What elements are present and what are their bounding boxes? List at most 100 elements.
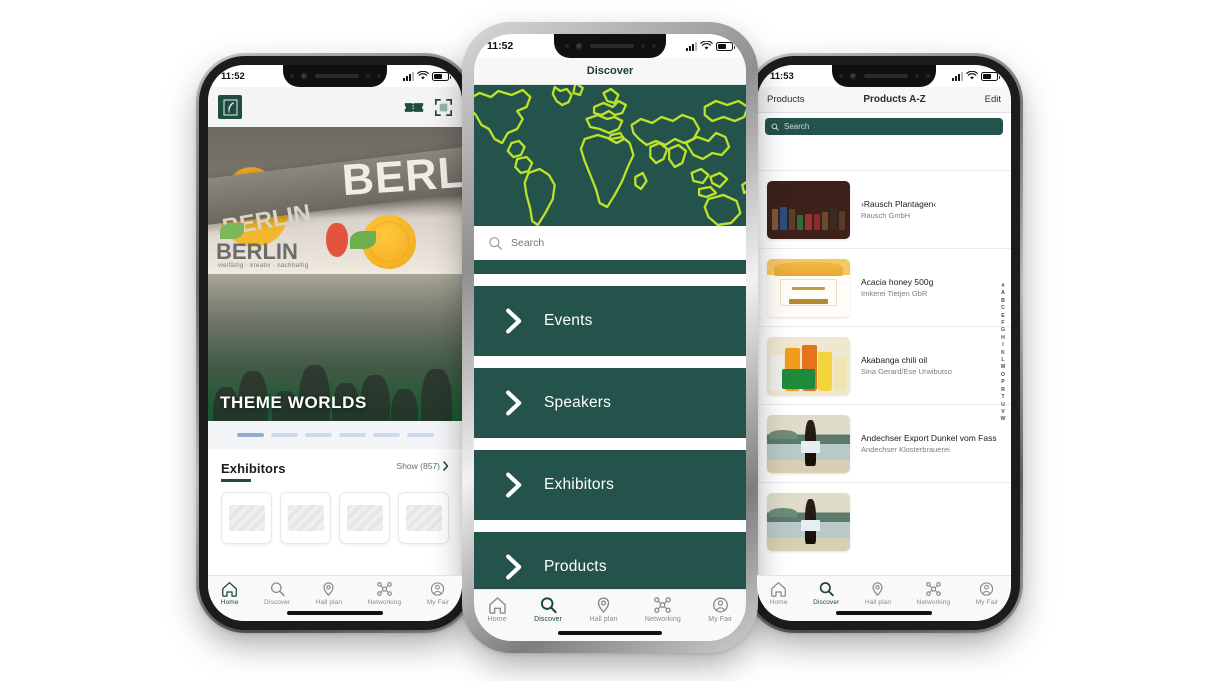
product-row[interactable]: Akabanga chili oil Sina Gerard/Ese Urwib… (757, 327, 1011, 405)
fair-logo[interactable] (218, 95, 242, 119)
tab-my-fair[interactable]: My Fair (708, 596, 732, 623)
az-index-letter[interactable]: A (1001, 290, 1005, 297)
az-index-letter[interactable]: U (1001, 402, 1005, 409)
wifi-icon (417, 71, 429, 80)
product-company: Sina Gerard/Ese Urwibutso (861, 367, 952, 377)
tab-discover[interactable]: Discover (534, 596, 562, 623)
product-row[interactable]: ›Rausch Plantagen‹ Rausch GmbH (757, 171, 1011, 249)
phone-discover-screen: 11:52 Discover Search Events Speakers Ex… (474, 34, 746, 641)
product-row[interactable] (757, 483, 1011, 561)
discover-menu-item-speakers[interactable]: Speakers (474, 368, 746, 438)
beet-illustration-icon (326, 223, 348, 257)
carousel-dot-active[interactable] (236, 433, 264, 437)
show-all-label: Show (857) (396, 461, 440, 471)
exhibitor-card[interactable] (339, 491, 390, 544)
search-placeholder: Search (784, 122, 810, 131)
az-index-letter[interactable]: G (1001, 327, 1005, 334)
discover-navbar: Discover (474, 58, 746, 85)
az-index-letter[interactable]: C (1001, 305, 1005, 312)
status-indicators (686, 41, 735, 51)
tab-home[interactable]: Home (221, 581, 239, 606)
product-thumbnail (767, 180, 850, 239)
hero-banner-text-small-2: BERLIN (216, 239, 298, 264)
tab-my-fair[interactable]: My Fair (427, 581, 449, 606)
az-index-letter[interactable]: B (1001, 298, 1005, 305)
cellular-signal-icon (686, 42, 697, 51)
white-divider (474, 356, 746, 368)
sensor-dot-icon (925, 74, 930, 78)
az-index-letter[interactable]: V (1001, 409, 1004, 416)
product-thumbnail (767, 414, 850, 473)
chevron-right-icon (506, 554, 522, 580)
tab-networking[interactable]: Networking (917, 581, 951, 606)
az-index-scrubber[interactable]: # A B C E F G H I K L M O P R T U V W (998, 283, 1008, 424)
chevron-right-icon (506, 472, 522, 498)
section-title: Exhibitors (221, 461, 286, 476)
mockup-stage: 11:52 BERL BERLIN BERLIN vielfältig · kr… (0, 0, 1210, 681)
exhibitor-card[interactable] (280, 491, 331, 544)
az-index-letter[interactable]: # (1002, 283, 1005, 290)
tab-networking[interactable]: Networking (368, 581, 402, 606)
product-row[interactable]: Acacia honey 500g Imkerei Tietjen GbR (757, 249, 1011, 327)
white-divider (474, 520, 746, 532)
az-index-letter[interactable]: P (1001, 379, 1004, 386)
leaf-illustration-icon (350, 231, 376, 249)
carousel-dot[interactable] (304, 433, 332, 437)
az-index-letter[interactable]: M (1001, 364, 1005, 371)
show-all-exhibitors-link[interactable]: Show (857) (397, 461, 449, 471)
tab-label: Home (487, 616, 507, 623)
tab-discover[interactable]: Discover (264, 581, 290, 606)
back-link[interactable]: Products (767, 94, 805, 105)
search-icon (489, 236, 502, 250)
exhibitor-card[interactable] (398, 491, 449, 544)
status-indicators (403, 71, 451, 81)
tab-networking[interactable]: Networking (645, 596, 681, 623)
search-input[interactable] (511, 237, 732, 249)
az-index-letter[interactable]: E (1001, 313, 1004, 320)
az-index-letter[interactable]: K (1001, 350, 1005, 357)
carousel-dot[interactable] (338, 433, 366, 437)
world-map-banner[interactable] (474, 85, 746, 226)
exhibitor-card-row[interactable] (208, 482, 462, 544)
carousel-dot[interactable] (270, 433, 298, 437)
page-title: Discover (586, 65, 634, 77)
az-index-letter[interactable]: H (1001, 335, 1005, 342)
tab-home[interactable]: Home (488, 596, 507, 623)
chili-label-art (781, 368, 816, 389)
discover-menu-item-exhibitors[interactable]: Exhibitors (474, 450, 746, 520)
tab-hall-plan[interactable]: Hall plan (865, 581, 891, 606)
home-icon (222, 582, 238, 597)
discover-menu-item-events[interactable]: Events (474, 286, 746, 356)
az-index-letter[interactable]: T (1001, 394, 1004, 401)
az-index-letter[interactable]: L (1001, 357, 1004, 364)
carousel-dot[interactable] (406, 433, 434, 437)
tab-discover[interactable]: Discover (813, 581, 839, 606)
az-index-letter[interactable]: F (1001, 320, 1004, 327)
phone-discover-mockup: 11:52 Discover Search Events Speakers Ex… (462, 22, 758, 653)
az-index-letter[interactable]: O (1001, 372, 1005, 379)
az-index-letter[interactable]: W (1001, 416, 1006, 423)
product-row[interactable]: Andechser Export Dunkel vom Fass Andechs… (757, 405, 1011, 483)
carousel-dots[interactable] (208, 421, 462, 449)
chili-bottle-art (818, 351, 832, 392)
qr-scan-icon[interactable] (435, 98, 452, 116)
hero-carousel[interactable]: BERL BERLIN BERLIN vielfältig · kreativ … (208, 127, 462, 449)
tab-hall-plan[interactable]: Hall plan (316, 581, 342, 606)
exhibitor-card[interactable] (221, 491, 272, 544)
tab-my-fair[interactable]: My Fair (976, 581, 998, 606)
sensor-dot-icon (289, 74, 294, 78)
honey-label-art (780, 279, 837, 307)
products-list[interactable]: ›Rausch Plantagen‹ Rausch GmbH Acacia ho… (757, 141, 1011, 561)
ticket-icon[interactable] (404, 101, 424, 114)
tab-home[interactable]: Home (770, 581, 788, 606)
search-icon (540, 597, 557, 614)
hero-image-top: BERL BERLIN BERLIN vielfältig · kreativ … (208, 127, 462, 274)
az-index-letter[interactable]: R (1001, 387, 1005, 394)
az-index-letter[interactable]: I (1002, 342, 1003, 349)
edit-button[interactable]: Edit (985, 94, 1001, 105)
hero-banner-text-large: BERL (340, 147, 462, 206)
discover-search-bar[interactable] (474, 226, 746, 260)
products-search-bar[interactable]: Search (765, 118, 1003, 135)
carousel-dot[interactable] (372, 433, 400, 437)
tab-hall-plan[interactable]: Hall plan (589, 596, 617, 623)
